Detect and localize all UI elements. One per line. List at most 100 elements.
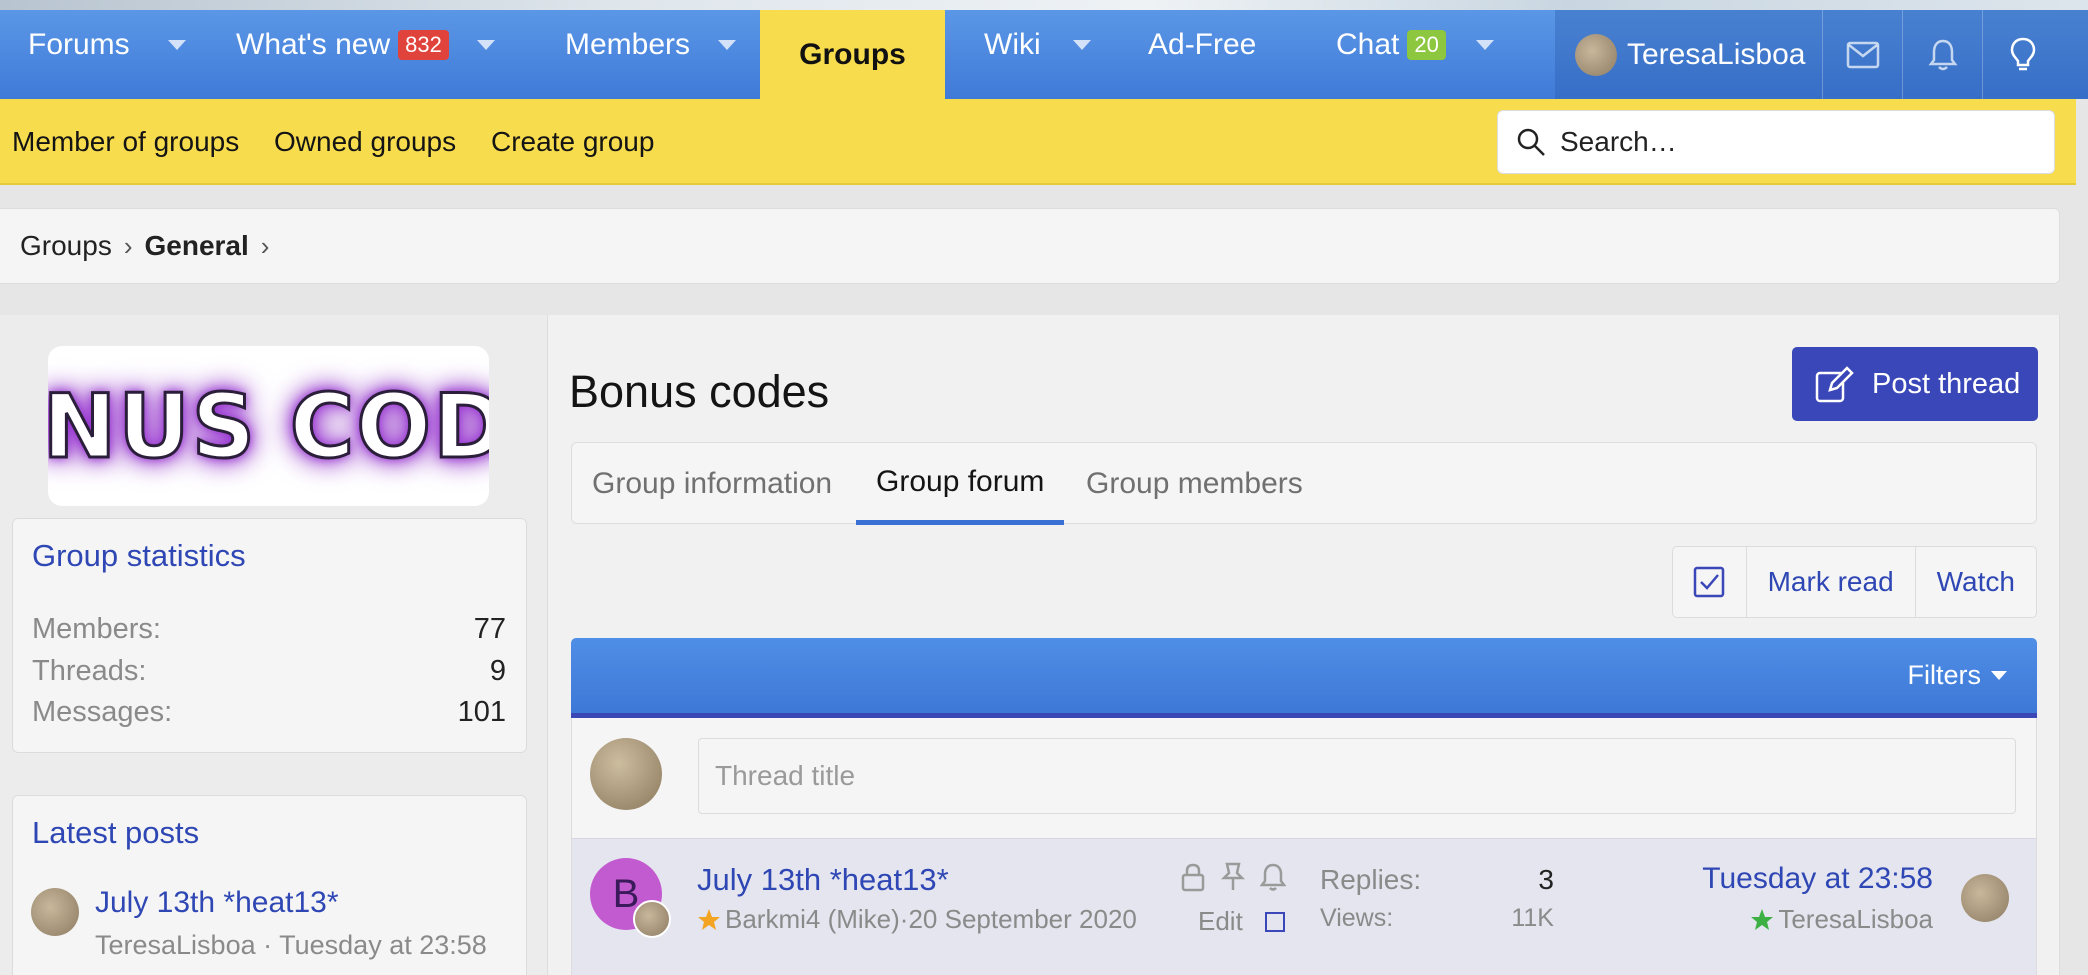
nav-forums[interactable]: Forums <box>28 0 186 89</box>
stat-messages: Messages: 101 <box>32 696 506 729</box>
replies-label: Replies: <box>1320 864 1422 895</box>
watch-button[interactable]: Watch <box>1916 547 2036 617</box>
whats-new-ideas-button[interactable] <box>1982 10 2062 99</box>
nav-chat-label: Chat <box>1336 27 1400 61</box>
lightbulb-icon <box>2010 37 2035 70</box>
last-post-user: TeresaLisboa <box>1750 904 1933 935</box>
thread-author[interactable]: Barkmi4 (Mike) <box>725 904 900 935</box>
latest-posts-title: Latest posts <box>32 815 200 850</box>
alerts-button[interactable] <box>1902 10 1982 99</box>
stat-label: Members: <box>32 613 161 645</box>
logo-text: BONUS CODE <box>48 373 489 479</box>
nav-wiki-label: Wiki <box>984 27 1041 61</box>
thread-date[interactable]: 20 September 2020 <box>908 904 1136 935</box>
page-title: Bonus codes <box>569 366 830 417</box>
stat-label: Threads: <box>32 655 147 687</box>
nav-wiki[interactable]: Wiki <box>984 0 1091 89</box>
last-post-date[interactable]: Tuesday at 23:58 <box>1702 862 1933 896</box>
tab-group-information[interactable]: Group information <box>592 443 832 525</box>
views-count: 11K <box>1511 904 1554 932</box>
latest-post-author[interactable]: TeresaLisboa <box>95 930 256 960</box>
thread-list-header: Filters <box>571 638 2037 718</box>
stat-label: Messages: <box>32 696 173 728</box>
lock-icon <box>1181 863 1205 892</box>
chevron-right-icon: › <box>260 230 270 261</box>
breadcrumb: Groups › General › <box>0 208 2060 284</box>
thread-title-input[interactable] <box>698 738 2016 814</box>
stat-members: Members: 77 <box>32 613 506 646</box>
stat-value: 9 <box>489 655 506 687</box>
thread-edit: Edit <box>1198 906 1285 937</box>
nav-chat[interactable]: Chat 20 <box>1336 0 1494 89</box>
nav-members[interactable]: Members <box>565 0 737 89</box>
search-icon <box>1517 128 1545 156</box>
tab-group-forum[interactable]: Group forum <box>856 443 1065 525</box>
latest-post-meta: TeresaLisboa · Tuesday at 23:58 <box>95 930 487 960</box>
nav-ad-free-label: Ad-Free <box>1148 27 1257 61</box>
subnav-create-group[interactable]: Create group <box>491 99 654 185</box>
search-input[interactable]: Search… <box>1497 110 2055 174</box>
bell-icon <box>1928 39 1957 70</box>
filters-button[interactable]: Filters <box>1907 638 2007 713</box>
nav-groups-label: Groups <box>799 37 906 71</box>
forum-actions: Mark read Watch <box>1672 546 2037 618</box>
group-statistics-title: Group statistics <box>32 538 246 573</box>
avatar[interactable] <box>633 900 671 938</box>
star-icon <box>1751 908 1774 930</box>
thread-title-link[interactable]: July 13th *heat13* <box>697 862 949 898</box>
search-placeholder: Search… <box>1560 126 1677 157</box>
chevron-right-icon: › <box>123 230 133 261</box>
chevron-down-icon <box>1991 671 2007 680</box>
avatar <box>1575 33 1617 76</box>
subnav-owned-groups[interactable]: Owned groups <box>274 99 456 185</box>
chevron-down-icon[interactable] <box>167 39 186 50</box>
avatar <box>590 738 662 810</box>
views-label: Views: <box>1320 904 1394 932</box>
stat-threads: Threads: 9 <box>32 655 506 688</box>
star-icon <box>698 908 720 930</box>
tab-group-members[interactable]: Group members <box>1086 443 1303 525</box>
replies-count: 3 <box>1538 864 1554 895</box>
group-tabs: Group information Group forum Group memb… <box>571 442 2037 525</box>
checkbox-icon <box>1694 566 1725 598</box>
breadcrumb-general[interactable]: General <box>145 230 249 262</box>
group-logo: BONUS CODE <box>48 346 489 506</box>
post-thread-label: Post thread <box>1872 367 2021 400</box>
pin-icon <box>1220 862 1246 890</box>
user-menu[interactable]: TeresaLisboa <box>1555 10 1805 99</box>
thread-select-checkbox[interactable] <box>1264 911 1285 932</box>
chevron-down-icon[interactable] <box>476 39 495 50</box>
stat-value: 101 <box>457 696 506 728</box>
nav-whats-new-label: What's new <box>236 27 391 61</box>
latest-post-link[interactable]: July 13th *heat13* <box>95 886 339 920</box>
nav-ad-free[interactable]: Ad-Free <box>1148 0 1256 89</box>
group-statistics-card: Group statistics Members: 77 Threads: 9 … <box>12 518 527 753</box>
chevron-down-icon[interactable] <box>718 39 737 50</box>
filters-label: Filters <box>1907 660 1982 690</box>
bell-icon <box>1260 863 1286 891</box>
select-toggle-button[interactable] <box>1673 547 1747 617</box>
chevron-down-icon[interactable] <box>1475 39 1494 50</box>
nav-members-label: Members <box>565 27 691 61</box>
nav-whats-new[interactable]: What's new 832 <box>236 0 495 89</box>
latest-post-time: Tuesday at 23:58 <box>279 930 487 960</box>
breadcrumb-groups[interactable]: Groups <box>20 230 112 262</box>
avatar[interactable] <box>1961 874 2009 922</box>
avatar[interactable] <box>31 888 79 936</box>
stat-value: 77 <box>473 613 506 645</box>
whats-new-badge: 832 <box>398 29 449 60</box>
edit-icon <box>1815 366 1854 403</box>
chat-badge: 20 <box>1407 29 1446 60</box>
nav-groups[interactable]: Groups <box>760 10 945 99</box>
last-post-username[interactable]: TeresaLisboa <box>1778 904 1933 935</box>
username: TeresaLisboa <box>1627 37 1806 71</box>
mark-read-button[interactable]: Mark read <box>1747 547 1916 617</box>
chevron-down-icon[interactable] <box>1072 39 1091 50</box>
thread-meta: Barkmi4 (Mike) · 20 September 2020 <box>697 904 1137 935</box>
post-thread-button[interactable]: Post thread <box>1792 347 2038 421</box>
nav-forums-label: Forums <box>28 27 130 61</box>
envelope-icon <box>1846 41 1879 68</box>
edit-link[interactable]: Edit <box>1198 906 1243 937</box>
subnav-member-of-groups[interactable]: Member of groups <box>12 99 239 185</box>
inbox-button[interactable] <box>1822 10 1902 99</box>
